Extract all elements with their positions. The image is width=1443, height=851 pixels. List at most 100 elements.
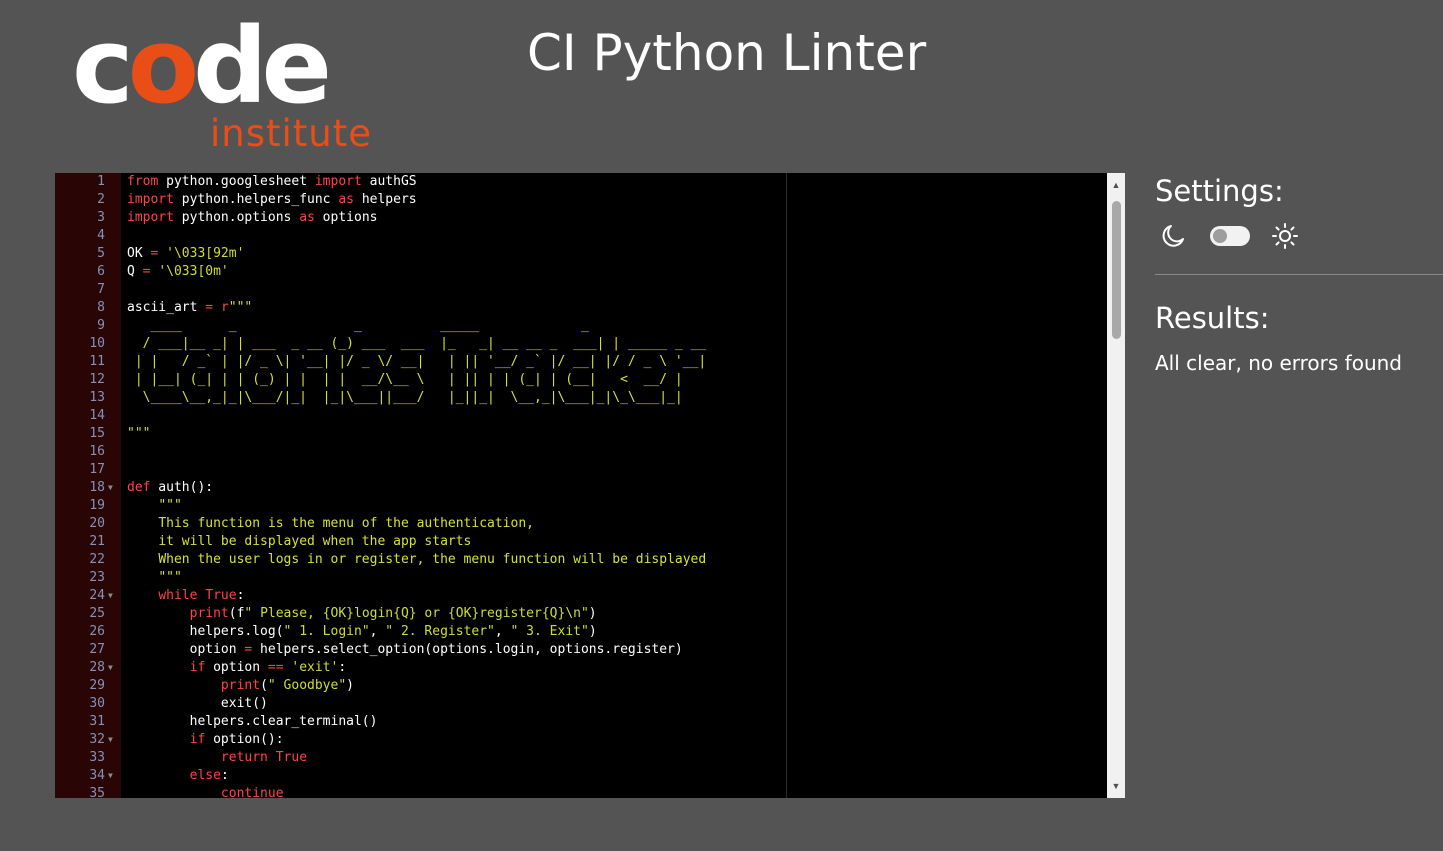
code-line[interactable]: 33 return True — [55, 749, 1107, 767]
code-text: import python.options as options — [127, 209, 377, 227]
code-line[interactable]: 3 import python.options as options — [55, 209, 1107, 227]
code-text: helpers.clear_terminal() — [127, 713, 378, 731]
toggle-knob — [1213, 229, 1227, 243]
moon-icon[interactable] — [1159, 222, 1187, 250]
fold-arrow-icon[interactable]: ▼ — [108, 731, 118, 749]
line-number: 4 — [97, 228, 105, 243]
line-number: 3 — [97, 210, 105, 225]
line-number: 25 — [89, 606, 105, 621]
code-line[interactable]: 28 ▼ if option == 'exit': — [55, 659, 1107, 677]
code-line[interactable]: 19 """ — [55, 497, 1107, 515]
code-text: exit() — [127, 695, 268, 713]
code-line[interactable]: 31 helpers.clear_terminal() — [55, 713, 1107, 731]
code-token: | | / _` | |/ _ \| '__| |/ _ \/ __| | ||… — [127, 354, 707, 369]
code-line[interactable]: 9 ____ _ _ _____ _ — [55, 317, 1107, 335]
code-line[interactable]: 11 | | / _` | |/ _ \| '__| |/ _ \/ __| |… — [55, 353, 1107, 371]
code-text: if option(): — [127, 731, 284, 749]
code-line[interactable]: 2 import python.helpers_func as helpers — [55, 191, 1107, 209]
fold-arrow-icon[interactable]: ▼ — [108, 479, 118, 497]
line-number: 1 — [97, 174, 105, 189]
code-line[interactable]: 32 ▼ if option(): — [55, 731, 1107, 749]
code-line[interactable]: 7 — [55, 281, 1107, 299]
code-line[interactable]: 15 """ — [55, 425, 1107, 443]
code-line[interactable]: 35 continue — [55, 785, 1107, 798]
code-line[interactable]: 5 OK = '\033[92m' — [55, 245, 1107, 263]
code-line[interactable]: 30 exit() — [55, 695, 1107, 713]
logo-wordmark: code — [72, 5, 332, 127]
code-line[interactable]: 20 This function is the menu of the auth… — [55, 515, 1107, 533]
code-text: from python.googlesheet import authGS — [127, 173, 417, 191]
code-line[interactable]: 18 ▼ def auth(): — [55, 479, 1107, 497]
code-token: it will be displayed when the app starts — [158, 534, 472, 549]
code-token: , — [369, 624, 386, 639]
code-token: import — [127, 210, 174, 225]
code-token: " 2. Register" — [385, 624, 495, 639]
code-line[interactable]: 22 When the user logs in or register, th… — [55, 551, 1107, 569]
line-number: 11 — [89, 354, 105, 369]
code-token: from — [127, 174, 159, 189]
code-line[interactable]: 23 """ — [55, 569, 1107, 587]
code-line[interactable]: 4 — [55, 227, 1107, 245]
scroll-down-arrow-icon[interactable]: ▼ — [1107, 778, 1125, 794]
code-line[interactable]: 25 print(f" Please, {OK}login{Q} or {OK}… — [55, 605, 1107, 623]
code-line[interactable]: 13 \____\__,_|_|\___/|_| |_|\___||___/ |… — [55, 389, 1107, 407]
results-title: Results: — [1155, 301, 1270, 335]
code-line[interactable]: 17 — [55, 461, 1107, 479]
code-line[interactable]: 10 / ___|__ _| | ___ _ __ (_) ___ ___ |_… — [55, 335, 1107, 353]
code-line[interactable]: 34 ▼ else: — [55, 767, 1107, 785]
code-text: OK = '\033[92m' — [127, 245, 244, 263]
line-number: 9 — [97, 318, 105, 333]
code-text: option = helpers.select_option(options.l… — [127, 641, 683, 659]
code-line[interactable]: 26 helpers.log(" 1. Login", " 2. Registe… — [55, 623, 1107, 641]
fold-arrow-icon[interactable]: ▼ — [108, 587, 118, 605]
code-line[interactable]: 16 — [55, 443, 1107, 461]
code-token: '\033[92m' — [166, 246, 245, 261]
code-editor[interactable]: 1 from python.googlesheet import authGS 2 i… — [55, 173, 1125, 798]
editor-scrollbar[interactable]: ▲ ▼ — [1107, 173, 1125, 798]
theme-toggle[interactable] — [1210, 226, 1250, 246]
editor-lines[interactable]: 1 from python.googlesheet import authGS 2 i… — [55, 173, 1107, 798]
code-token: import — [127, 192, 174, 207]
code-line[interactable]: 8 ascii_art = r""" — [55, 299, 1107, 317]
code-text: | | / _` | |/ _ \| '__| |/ _ \/ __| | ||… — [127, 353, 706, 371]
code-token: """ — [158, 570, 182, 585]
line-number: 16 — [89, 444, 105, 459]
code-text: else: — [127, 767, 229, 785]
code-line[interactable]: 24 ▼ while True: — [55, 587, 1107, 605]
code-token: '\033[0m' — [158, 264, 229, 279]
fold-arrow-icon[interactable]: ▼ — [108, 659, 118, 677]
code-text: | |__| (_| | | (_) | | | | __/\__ \ | ||… — [127, 371, 706, 389]
code-text: print(f" Please, {OK}login{Q} or {OK}reg… — [127, 605, 597, 623]
code-line[interactable]: 27 option = helpers.select_option(option… — [55, 641, 1107, 659]
code-line[interactable]: 6 Q = '\033[0m' — [55, 263, 1107, 281]
code-line[interactable]: 12 | |__| (_| | | (_) | | | | __/\__ \ |… — [55, 371, 1107, 389]
code-token: ) — [346, 678, 354, 693]
code-line[interactable]: 29 print(" Goodbye") — [55, 677, 1107, 695]
code-token: " 1. Login" — [283, 624, 370, 639]
code-text: while True: — [127, 587, 244, 605]
code-text: This function is the menu of the authent… — [127, 515, 534, 533]
scroll-up-arrow-icon[interactable]: ▲ — [1107, 177, 1125, 193]
fold-arrow-icon[interactable]: ▼ — [108, 767, 118, 785]
code-token: continue — [220, 786, 284, 798]
line-number: 26 — [89, 624, 105, 639]
line-number: 5 — [97, 246, 105, 261]
code-line[interactable]: 14 — [55, 407, 1107, 425]
code-token: True — [205, 588, 237, 603]
scroll-thumb[interactable] — [1112, 201, 1121, 339]
line-number: 27 — [89, 642, 105, 657]
line-number: 32 — [89, 732, 105, 747]
code-text: import python.helpers_func as helpers — [127, 191, 417, 209]
code-token: option — [205, 660, 268, 675]
code-line[interactable]: 1 from python.googlesheet import authGS — [55, 173, 1107, 191]
line-number: 22 — [89, 552, 105, 567]
code-line[interactable]: 21 it will be displayed when the app sta… — [55, 533, 1107, 551]
sun-icon[interactable] — [1271, 222, 1299, 250]
